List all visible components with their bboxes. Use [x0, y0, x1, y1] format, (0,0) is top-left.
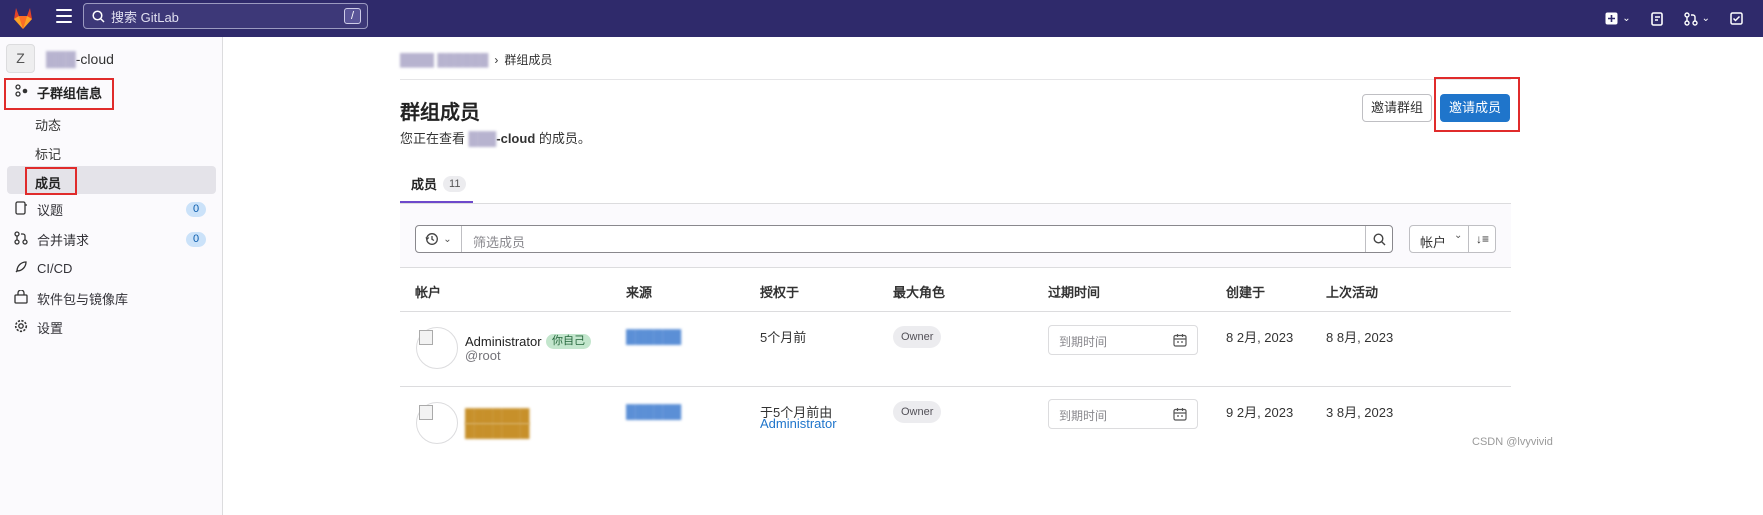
filter-members-input[interactable]: 筛选成员: [473, 232, 525, 251]
sidebar-item-label: 议题: [37, 202, 64, 218]
chevron-down-icon: ⌄: [443, 233, 452, 245]
column-header-source: 来源: [626, 285, 653, 300]
page-title: 群组成员: [400, 102, 480, 124]
merge-requests-button[interactable]: ⌄: [1683, 11, 1710, 26]
chevron-down-icon: ⌄: [1454, 230, 1463, 241]
member-granted: 5个月前: [760, 330, 807, 345]
sidebar-item-labels[interactable]: 标记: [35, 144, 61, 163]
breadcrumb-separator-icon: ›: [494, 52, 499, 67]
rocket-icon: [13, 260, 29, 277]
member-created: 9 2月, 2023: [1226, 405, 1294, 420]
issues-icon: [1650, 11, 1663, 26]
sort-label: 帐户: [1420, 235, 1447, 250]
issues-button[interactable]: [1650, 11, 1664, 26]
filter-search-button[interactable]: [1365, 226, 1392, 252]
granted-by-link[interactable]: Administrator: [760, 416, 837, 431]
avatar[interactable]: [416, 402, 458, 444]
sidebar-item-cicd[interactable]: CI/CD: [0, 255, 223, 281]
tab-label: 成员: [411, 177, 438, 192]
expiry-placeholder: 到期时间: [1059, 335, 1108, 349]
avatar[interactable]: [416, 327, 458, 369]
sort-dropdown[interactable]: 帐户 ⌄ ↓≡: [1409, 225, 1496, 253]
you-badge: 你自己: [546, 334, 591, 349]
merge-request-icon: [1683, 11, 1698, 26]
highlight-box: [1434, 77, 1520, 132]
sidebar-item-label: 合并请求: [37, 232, 90, 248]
todo-check-icon: [1730, 12, 1743, 25]
breadcrumb-parent[interactable]: ████ ██████: [400, 53, 488, 67]
search-shortcut-key: /: [344, 8, 361, 24]
column-header-expiry: 过期时间: [1048, 285, 1101, 300]
column-header-granted[interactable]: 授权于: [760, 282, 799, 301]
hamburger-menu-icon[interactable]: [56, 9, 72, 23]
chevron-down-icon: ⌄: [1701, 13, 1710, 24]
member-last-activity: 3 8月, 2023: [1326, 405, 1394, 420]
column-header-created[interactable]: 创建于: [1226, 282, 1265, 301]
member-created: 8 2月, 2023: [1226, 330, 1294, 345]
role-badge: Owner: [893, 326, 942, 348]
sidebar-group-header[interactable]: Z ███-cloud: [6, 44, 114, 73]
recent-searches-button[interactable]: ⌄: [416, 226, 462, 252]
plus-square-icon: [1605, 12, 1618, 25]
search-input[interactable]: 搜索 GitLab /: [83, 3, 368, 29]
topbar-actions: ⌄ ⌄: [1605, 0, 1763, 37]
role-badge: Owner: [893, 401, 942, 423]
page-subtitle: 您正在查看 ███-cloud 的成员。: [400, 131, 591, 146]
invite-group-button[interactable]: 邀请群组: [1362, 94, 1432, 122]
calendar-icon[interactable]: [1173, 333, 1187, 347]
column-header-last-activity[interactable]: 上次活动: [1326, 282, 1378, 301]
create-new-button[interactable]: ⌄: [1605, 12, 1631, 25]
highlight-box: [25, 167, 77, 195]
sort-direction-icon[interactable]: ↓≡: [1468, 226, 1496, 252]
breadcrumb-current[interactable]: 群组成员: [504, 51, 552, 68]
expiry-placeholder: 到期时间: [1059, 409, 1108, 423]
member-source[interactable]: ██████: [626, 329, 681, 344]
divider: [400, 311, 1511, 312]
sidebar-item-label: 软件包与镜像库: [37, 291, 129, 307]
sidebar-item-issues[interactable]: 议题 0: [0, 196, 223, 222]
sidebar-item-activity[interactable]: 动态: [35, 115, 61, 134]
member-source[interactable]: ██████: [626, 404, 681, 419]
tab-members[interactable]: 成员 11: [400, 166, 473, 203]
top-bar: 搜索 GitLab / ⌄ ⌄: [0, 0, 1763, 37]
sidebar-item-label: 设置: [37, 320, 64, 336]
expiry-date-input[interactable]: 到期时间: [1048, 325, 1198, 355]
search-icon: [1372, 232, 1385, 245]
member-name[interactable]: Administrator: [465, 334, 542, 349]
sidebar-item-settings[interactable]: 设置: [0, 314, 223, 340]
tab-count-badge: 11: [443, 175, 467, 192]
sidebar-item-merge-requests[interactable]: 合并请求 0: [0, 226, 223, 252]
watermark-text: CSDN @lvyvivid: [1472, 436, 1553, 448]
divider: [400, 79, 1511, 80]
package-icon: [13, 288, 29, 307]
member-username: @root: [465, 348, 501, 363]
sidebar-item-packages[interactable]: 软件包与镜像库: [0, 285, 223, 311]
todos-button[interactable]: [1730, 12, 1743, 25]
breadcrumb: ████ ██████ › 群组成员: [400, 51, 552, 68]
filter-input-box[interactable]: ⌄ 筛选成员: [415, 225, 1393, 253]
history-icon: [425, 233, 439, 245]
highlight-box: [4, 78, 114, 110]
member-username: ███████: [465, 423, 530, 438]
group-avatar: Z: [6, 44, 35, 73]
calendar-icon[interactable]: [1173, 407, 1187, 421]
divider: [400, 386, 1511, 387]
member-name[interactable]: ███████: [465, 408, 529, 423]
column-header-max-role[interactable]: 最大角色: [893, 282, 945, 301]
chevron-down-icon: ⌄: [1622, 13, 1631, 24]
column-header-account[interactable]: 帐户: [415, 282, 441, 301]
member-last-activity: 8 8月, 2023: [1326, 330, 1394, 345]
sidebar-item-label: CI/CD: [37, 260, 73, 276]
merge-request-icon: [13, 230, 29, 248]
search-placeholder: 搜索 GitLab: [111, 9, 179, 25]
issues-icon: [13, 200, 29, 218]
gear-icon: [13, 319, 29, 336]
group-name: ███-cloud: [46, 50, 114, 67]
expiry-date-input[interactable]: 到期时间: [1048, 399, 1198, 429]
issues-count-badge: 0: [186, 201, 206, 217]
gitlab-logo-icon[interactable]: [10, 5, 36, 31]
merge-requests-count-badge: 0: [186, 231, 206, 247]
search-icon: [92, 9, 105, 23]
